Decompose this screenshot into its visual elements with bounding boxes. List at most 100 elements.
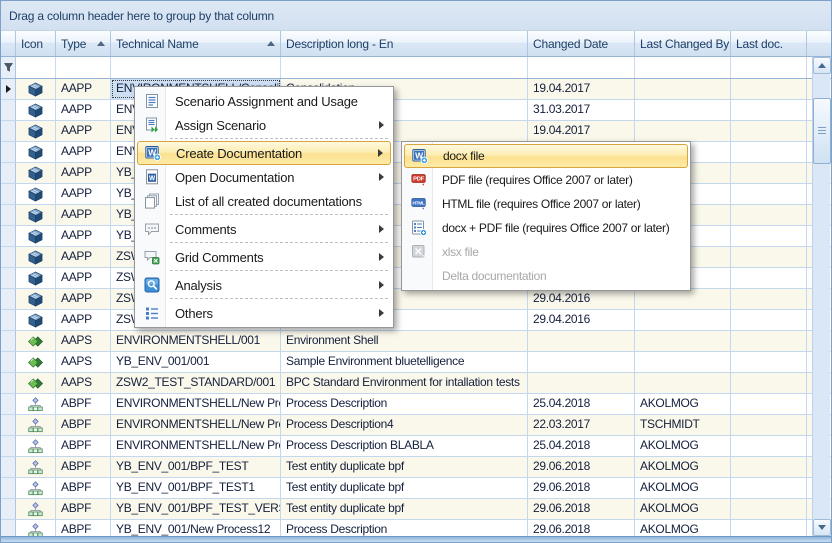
- menu-item-create-documentation[interactable]: WCreate Documentation: [137, 141, 391, 165]
- cell-icon[interactable]: [16, 331, 56, 351]
- cell-last-changed-by[interactable]: AKOLMOG: [635, 436, 731, 456]
- row-indicator[interactable]: [1, 121, 16, 141]
- cell-last-changed-by[interactable]: AKOLMOG: [635, 457, 731, 477]
- cell-last-doc[interactable]: [731, 184, 807, 204]
- table-row[interactable]: ABPFYB_ENV_001/BPF_TESTTest entity dupli…: [1, 457, 831, 478]
- row-indicator[interactable]: [1, 205, 16, 225]
- cell-description[interactable]: Test entity duplicate bpf: [281, 478, 528, 498]
- cell-icon[interactable]: [16, 478, 56, 498]
- menu-item-list-of-all-created-documentations[interactable]: List of all created documentations: [137, 189, 391, 213]
- cell-type[interactable]: AAPP: [56, 310, 111, 330]
- cell-technical-name[interactable]: ENVIRONMENTSHELL/001: [111, 331, 281, 351]
- cell-last-doc[interactable]: [731, 289, 807, 309]
- cell-last-doc[interactable]: [731, 331, 807, 351]
- cell-type[interactable]: AAPS: [56, 352, 111, 372]
- cell-technical-name[interactable]: YB_ENV_001/BPF_TEST1: [111, 478, 281, 498]
- row-indicator[interactable]: [1, 478, 16, 498]
- table-row[interactable]: ABPFENVIRONMENTSHELL/New Proc...Process …: [1, 415, 831, 436]
- cell-icon[interactable]: [16, 457, 56, 477]
- row-indicator[interactable]: [1, 226, 16, 246]
- cell-type[interactable]: AAPP: [56, 247, 111, 267]
- filter-cell-date[interactable]: [528, 57, 635, 78]
- cell-icon[interactable]: [16, 415, 56, 435]
- cell-last-doc[interactable]: [731, 457, 807, 477]
- cell-last-doc[interactable]: [731, 436, 807, 456]
- cell-type[interactable]: AAPP: [56, 100, 111, 120]
- cell-type[interactable]: AAPP: [56, 79, 111, 99]
- cell-type[interactable]: AAPS: [56, 331, 111, 351]
- cell-type[interactable]: ABPF: [56, 499, 111, 519]
- table-row[interactable]: AAPPENVIRONMENTSHELL/Consolid...Consolid…: [1, 79, 831, 100]
- cell-type[interactable]: ABPF: [56, 394, 111, 414]
- menu-item-assign-scenario[interactable]: Assign Scenario: [137, 113, 391, 137]
- cell-technical-name[interactable]: ZSW2_TEST_STANDARD/001: [111, 373, 281, 393]
- table-row[interactable]: ABPFENVIRONMENTSHELL/New Proc...Process …: [1, 436, 831, 457]
- filter-cell-desc[interactable]: [281, 57, 528, 78]
- column-header-user[interactable]: Last Changed By: [635, 31, 731, 56]
- cell-technical-name[interactable]: ENVIRONMENTSHELL/New Proc...: [111, 436, 281, 456]
- menu-item-comments[interactable]: Comments: [137, 217, 391, 241]
- cell-changed-date[interactable]: 29.06.2018: [528, 478, 635, 498]
- cell-last-changed-by[interactable]: AKOLMOG: [635, 478, 731, 498]
- cell-last-doc[interactable]: [731, 415, 807, 435]
- row-indicator[interactable]: [1, 373, 16, 393]
- cell-changed-date[interactable]: 29.04.2016: [528, 310, 635, 330]
- cell-last-changed-by[interactable]: [635, 331, 731, 351]
- cell-type[interactable]: ABPF: [56, 436, 111, 456]
- cell-technical-name[interactable]: YB_ENV_001/001: [111, 352, 281, 372]
- cell-description[interactable]: Process Description: [281, 394, 528, 414]
- cell-type[interactable]: AAPS: [56, 373, 111, 393]
- cell-technical-name[interactable]: YB_ENV_001/BPF_TEST: [111, 457, 281, 477]
- filter-cell-lastdoc[interactable]: [731, 57, 807, 78]
- cell-last-changed-by[interactable]: TSCHMIDT: [635, 415, 731, 435]
- cell-last-doc[interactable]: [731, 121, 807, 141]
- cell-changed-date[interactable]: 29.06.2018: [528, 457, 635, 477]
- cell-description[interactable]: BPC Standard Environment for intallation…: [281, 373, 528, 393]
- cell-last-doc[interactable]: [731, 352, 807, 372]
- table-row[interactable]: AAPPZSW2_TEST_STANDARD/RatesExchange Rat…: [1, 310, 831, 331]
- cell-changed-date[interactable]: 25.04.2018: [528, 436, 635, 456]
- cell-last-changed-by[interactable]: [635, 310, 731, 330]
- row-indicator[interactable]: [1, 163, 16, 183]
- cell-type[interactable]: AAPP: [56, 163, 111, 183]
- row-indicator[interactable]: [1, 100, 16, 120]
- cell-changed-date[interactable]: [528, 331, 635, 351]
- column-header-lastdoc[interactable]: Last doc.: [731, 31, 807, 56]
- cell-changed-date[interactable]: 25.04.2018: [528, 394, 635, 414]
- cell-last-doc[interactable]: [731, 310, 807, 330]
- scrollbar-thumb[interactable]: [813, 98, 831, 164]
- cell-icon[interactable]: [16, 184, 56, 204]
- menu-item-scenario-assignment-and-usage[interactable]: Scenario Assignment and Usage: [137, 89, 391, 113]
- cell-type[interactable]: AAPP: [56, 268, 111, 288]
- table-row[interactable]: ABPFYB_ENV_001/BPF_TEST_VERSIONTest enti…: [1, 499, 831, 520]
- row-indicator[interactable]: [1, 331, 16, 351]
- cell-last-doc[interactable]: [731, 142, 807, 162]
- cell-icon[interactable]: [16, 394, 56, 414]
- cell-last-changed-by[interactable]: AKOLMOG: [635, 394, 731, 414]
- cell-icon[interactable]: [16, 289, 56, 309]
- menu-item-analysis[interactable]: Analysis: [137, 273, 391, 297]
- cell-changed-date[interactable]: 29.04.2016: [528, 289, 635, 309]
- cell-last-changed-by[interactable]: [635, 79, 731, 99]
- cell-type[interactable]: AAPP: [56, 226, 111, 246]
- cell-type[interactable]: ABPF: [56, 478, 111, 498]
- cell-icon[interactable]: [16, 226, 56, 246]
- column-header-icon[interactable]: Icon: [16, 31, 56, 56]
- cell-icon[interactable]: [16, 205, 56, 225]
- row-indicator[interactable]: [1, 79, 16, 99]
- cell-last-changed-by[interactable]: [635, 289, 731, 309]
- table-row[interactable]: AAPSENVIRONMENTSHELL/001Environment Shel…: [1, 331, 831, 352]
- row-indicator[interactable]: [1, 457, 16, 477]
- filter-cell-tech[interactable]: [111, 57, 281, 78]
- row-indicator[interactable]: [1, 352, 16, 372]
- cell-description[interactable]: Process Description BLABLA: [281, 436, 528, 456]
- cell-type[interactable]: AAPP: [56, 205, 111, 225]
- cell-technical-name[interactable]: ENVIRONMENTSHELL/New Proc...: [111, 394, 281, 414]
- cell-description[interactable]: Test entity duplicate bpf: [281, 499, 528, 519]
- cell-icon[interactable]: [16, 436, 56, 456]
- menu-item-grid-comments[interactable]: Grid Comments: [137, 245, 391, 269]
- row-indicator[interactable]: [1, 289, 16, 309]
- submenu-item-docx-file[interactable]: Wdocx file: [404, 144, 688, 168]
- submenu-item-docx-pdf-file-requires-office-2007-or-later[interactable]: docx + PDF file (requires Office 2007 or…: [404, 216, 688, 240]
- row-indicator[interactable]: [1, 394, 16, 414]
